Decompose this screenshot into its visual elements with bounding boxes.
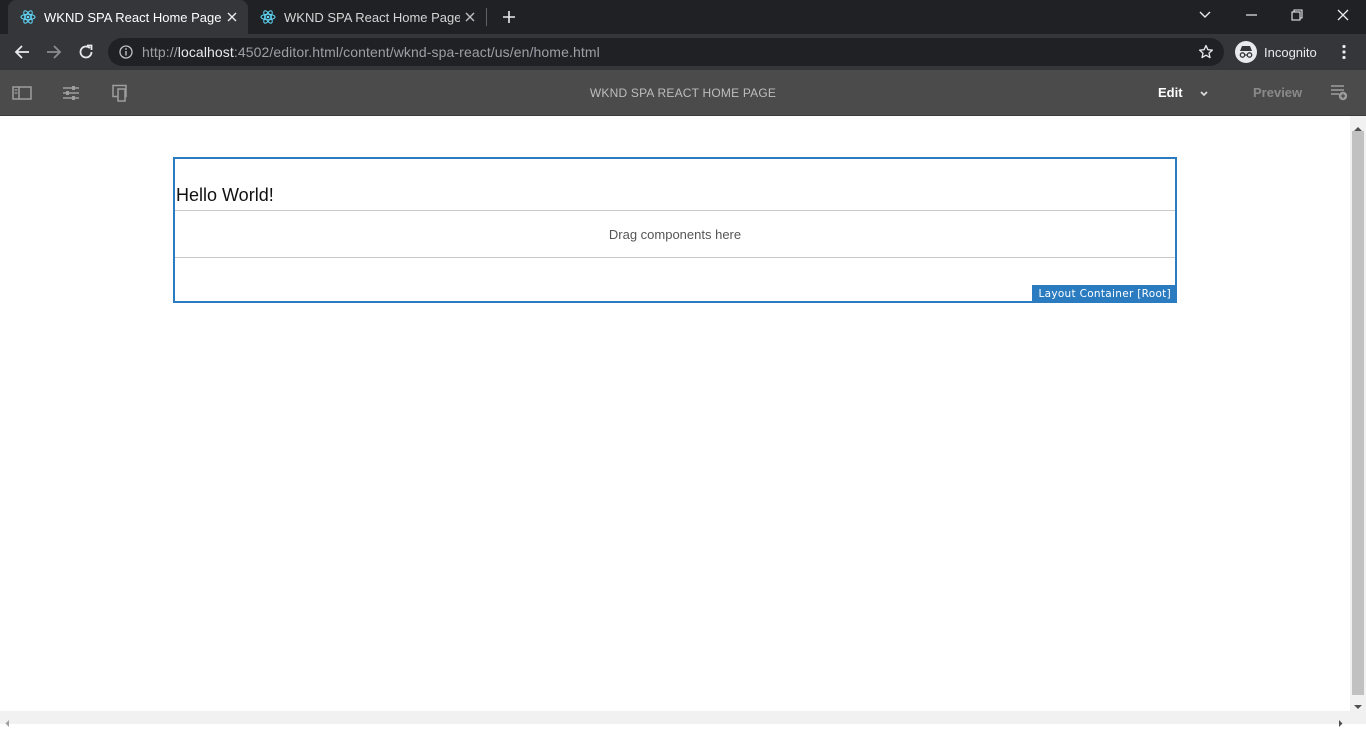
close-tab-icon[interactable] xyxy=(460,7,480,27)
close-window-button[interactable] xyxy=(1320,0,1366,30)
mode-selector-label[interactable]: Edit xyxy=(1158,85,1183,100)
tab-search-icon[interactable] xyxy=(1182,0,1228,30)
minimize-button[interactable] xyxy=(1228,0,1274,30)
scroll-up-arrow-icon[interactable] xyxy=(1354,120,1362,131)
vertical-scrollbar[interactable] xyxy=(1350,116,1366,711)
page-canvas: Hello World! Drag components here Layout… xyxy=(0,116,1350,711)
back-button[interactable] xyxy=(8,38,36,66)
browser-menu-icon[interactable] xyxy=(1334,42,1354,62)
browser-toolbar: http://localhost:4502/editor.html/conten… xyxy=(0,34,1366,70)
react-favicon-icon xyxy=(20,9,36,25)
incognito-profile-button[interactable]: Incognito xyxy=(1232,38,1327,66)
tab-title: WKND SPA React Home Page xyxy=(284,9,460,25)
react-favicon-icon xyxy=(260,9,276,25)
annotations-icon[interactable] xyxy=(1328,82,1350,104)
browser-tab[interactable]: WKND SPA React Home Page xyxy=(248,0,486,34)
preview-button[interactable]: Preview xyxy=(1253,85,1302,100)
reload-button[interactable] xyxy=(72,38,100,66)
incognito-icon xyxy=(1235,41,1257,63)
bookmark-star-icon[interactable] xyxy=(1198,44,1214,60)
browser-tab-active[interactable]: WKND SPA React Home Page xyxy=(8,0,248,34)
layout-container-root[interactable]: Hello World! Drag components here Layout… xyxy=(173,157,1177,303)
url-path: :4502/editor.html/content/wknd-spa-react… xyxy=(233,44,600,60)
title-component[interactable]: Hello World! xyxy=(176,185,274,206)
scroll-right-arrow-icon[interactable] xyxy=(1337,714,1344,727)
new-tab-button[interactable] xyxy=(498,6,520,28)
chevron-down-icon[interactable] xyxy=(1197,86,1211,100)
drag-components-placeholder[interactable]: Drag components here xyxy=(175,210,1175,258)
url-scheme: http:// xyxy=(142,44,178,60)
scroll-left-arrow-icon[interactable] xyxy=(4,714,11,727)
restore-button[interactable] xyxy=(1274,0,1320,30)
close-tab-icon[interactable] xyxy=(222,7,242,27)
tab-divider xyxy=(486,8,487,26)
browser-tab-strip: WKND SPA React Home Page WKND SPA React … xyxy=(0,0,1366,34)
container-label-badge: Layout Container [Root] xyxy=(1032,285,1177,303)
editor-toolbar: WKND SPA REACT HOME PAGE Edit Preview xyxy=(0,70,1366,116)
horizontal-scrollbar[interactable] xyxy=(0,711,1366,727)
url-text: http://localhost:4502/editor.html/conten… xyxy=(142,44,600,60)
profile-label: Incognito xyxy=(1264,44,1317,60)
tab-title: WKND SPA React Home Page xyxy=(44,9,222,25)
forward-button[interactable] xyxy=(40,38,68,66)
scrollbar-thumb[interactable] xyxy=(1352,131,1364,695)
info-icon[interactable] xyxy=(119,45,133,59)
address-bar[interactable]: http://localhost:4502/editor.html/conten… xyxy=(108,38,1224,66)
url-host: localhost xyxy=(177,44,234,60)
scroll-down-arrow-icon[interactable] xyxy=(1354,698,1362,709)
